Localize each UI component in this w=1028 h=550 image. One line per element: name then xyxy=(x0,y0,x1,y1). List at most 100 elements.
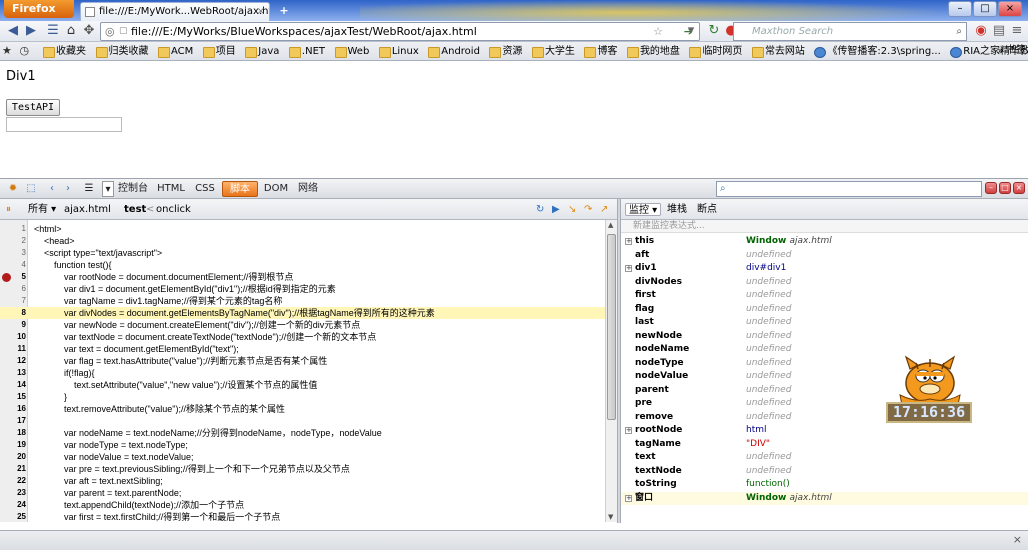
panel-menu-icon[interactable]: ☰ xyxy=(82,181,96,197)
bookmark-item[interactable]: Linux xyxy=(378,43,419,60)
watch-row[interactable]: + this Window ajax.html xyxy=(621,235,1028,249)
watch-value[interactable]: Window ajax.html xyxy=(746,235,832,249)
side-tab-breakpoints[interactable]: 断点 xyxy=(697,203,717,216)
line-number[interactable]: 6 xyxy=(0,283,26,295)
close-window-button[interactable]: × xyxy=(998,1,1022,17)
bookmarks-star-icon[interactable]: ★ xyxy=(2,42,16,60)
bookmark-star-icon[interactable]: ☆ xyxy=(653,23,663,40)
reload-icon[interactable]: ↻ xyxy=(705,22,723,40)
line-number[interactable]: 21 xyxy=(0,463,26,475)
line-number[interactable]: 7 xyxy=(0,295,26,307)
tab-net[interactable]: 网络 xyxy=(296,181,320,197)
line-number[interactable]: 18 xyxy=(0,427,26,439)
rerun-icon[interactable]: ↻ xyxy=(536,202,550,217)
line-number[interactable]: 23 xyxy=(0,487,26,499)
firebug-icon[interactable]: ✹ xyxy=(6,181,20,197)
bookmark-item[interactable]: 临时网页 xyxy=(689,43,742,60)
watch-row[interactable]: aft undefined xyxy=(621,249,1028,263)
firebug-close-button[interactable]: × xyxy=(1013,182,1025,194)
bookmark-item[interactable]: 资源 xyxy=(489,43,522,60)
home-icon[interactable]: ⌂ xyxy=(62,22,80,40)
bookmark-menu-icon[interactable]: ☰ xyxy=(44,22,62,40)
forward-icon[interactable]: ▶ xyxy=(22,22,40,40)
watch-row[interactable]: tagName "DIV" xyxy=(621,438,1028,452)
line-number[interactable]: 22 xyxy=(0,475,26,487)
line-number[interactable]: 13 xyxy=(0,367,26,379)
scroll-down-icon[interactable]: ▼ xyxy=(608,513,613,521)
dropdown-icon[interactable]: ▾ xyxy=(102,181,114,197)
status-bar-close-icon[interactable]: × xyxy=(1013,533,1022,546)
script-filter-menu[interactable]: 所有 ▾ xyxy=(28,202,58,217)
bookmark-item[interactable]: ACM xyxy=(158,43,193,60)
scroll-up-icon[interactable]: ▲ xyxy=(608,221,613,229)
bookmark-item[interactable]: Java xyxy=(245,43,279,60)
bookmarks-overflow-icon[interactable]: » xyxy=(997,42,1004,60)
tab-console[interactable]: 控制台 xyxy=(118,181,148,197)
bookmark-item[interactable]: 收藏夹 xyxy=(43,43,86,60)
line-number[interactable]: 15 xyxy=(0,391,26,403)
tab-script[interactable]: 脚本 ▾ xyxy=(222,181,258,211)
watch-row[interactable]: text undefined xyxy=(621,451,1028,465)
scrollbar-thumb[interactable] xyxy=(607,234,616,420)
menu-icon[interactable]: ≡ xyxy=(1008,22,1026,40)
breadcrumb-current[interactable]: test xyxy=(124,202,146,217)
line-number[interactable]: 16 xyxy=(0,403,26,415)
watch-value[interactable]: html xyxy=(746,424,767,438)
breadcrumb-parent[interactable]: onclick xyxy=(156,202,191,217)
bookmark-item[interactable]: 项目 xyxy=(202,43,236,60)
bookmark-item[interactable]: 常去网站 xyxy=(751,43,805,60)
search-input[interactable]: Maxthon Search ⌕ xyxy=(733,22,967,41)
firebug-search-input[interactable]: ⌕ xyxy=(716,181,982,197)
line-number[interactable]: 17 xyxy=(0,415,26,427)
bookmark-item[interactable]: 大学生 xyxy=(531,43,575,60)
expand-icon[interactable]: + xyxy=(625,265,632,272)
line-number[interactable]: 4 xyxy=(0,259,26,271)
script-file-menu[interactable]: ajax.html ▾ xyxy=(64,202,116,230)
step-over-icon[interactable]: ↷ xyxy=(584,202,598,217)
watch-row[interactable]: + rootNode html xyxy=(621,424,1028,438)
expand-icon[interactable]: + xyxy=(625,494,632,502)
side-tab-watch[interactable]: 监控 ▾ xyxy=(625,203,662,216)
watch-row[interactable]: newNode undefined xyxy=(621,330,1028,344)
minimize-button[interactable]: – xyxy=(948,1,972,17)
side-tab-stack[interactable]: 堆栈 xyxy=(667,203,687,216)
forward-icon[interactable]: › xyxy=(62,181,74,197)
line-number[interactable]: 19 xyxy=(0,439,26,451)
watch-row[interactable]: + div1 div#div1 xyxy=(621,262,1028,276)
line-number[interactable]: 24 xyxy=(0,499,26,511)
firefox-menu-button[interactable]: Firefox xyxy=(4,0,74,18)
line-number[interactable]: 11 xyxy=(0,343,26,355)
line-number[interactable]: 12 xyxy=(0,355,26,367)
addon-icon[interactable]: ▤ xyxy=(990,22,1008,40)
maximize-button[interactable]: □ xyxy=(973,1,997,17)
expand-icon[interactable]: + xyxy=(625,427,632,434)
bookmark-item[interactable]: 《传智播客:2.3\spring... xyxy=(814,43,941,60)
bookmarks-label[interactable]: 书签 xyxy=(1006,42,1026,60)
continue-icon[interactable]: ▶ xyxy=(552,202,566,217)
watch-row[interactable]: last undefined xyxy=(621,316,1028,330)
line-number[interactable]: 20 xyxy=(0,451,26,463)
code-scrollbar[interactable]: ▲ ▼ xyxy=(605,220,617,522)
watch-row[interactable]: divNodes undefined xyxy=(621,276,1028,290)
back-icon[interactable]: ‹ xyxy=(46,181,58,197)
pause-icon[interactable]: ⏸ xyxy=(6,202,20,217)
bookmark-item[interactable]: 我的地盘 xyxy=(626,43,680,60)
firebug-minimize-button[interactable]: – xyxy=(985,182,997,194)
close-tab-icon[interactable]: × xyxy=(257,3,265,21)
line-number[interactable]: 1 xyxy=(0,223,26,235)
search-icon[interactable]: ⌕ xyxy=(956,23,962,40)
bookmark-item[interactable]: 归类收藏 xyxy=(95,43,149,60)
browser-tab[interactable]: file:///E:/MyWork...WebRoot/ajax.html × xyxy=(80,2,270,21)
line-number[interactable]: 25 xyxy=(0,511,26,522)
line-number[interactable]: 14 xyxy=(0,379,26,391)
watch-value[interactable]: div#div1 xyxy=(746,262,786,276)
line-number[interactable]: 5 xyxy=(0,271,26,283)
watch-row[interactable]: textNode undefined xyxy=(621,465,1028,479)
step-into-icon[interactable]: ↘ xyxy=(568,202,582,217)
site-identity-icon[interactable]: ◎ xyxy=(105,23,115,40)
history-icon[interactable]: ◷ xyxy=(20,42,34,60)
watch-value[interactable]: Window ajax.html xyxy=(746,492,832,506)
new-watch-input[interactable]: 新建监控表达式... xyxy=(621,220,1028,233)
tab-html[interactable]: HTML xyxy=(156,181,186,197)
text-input[interactable] xyxy=(6,117,122,132)
